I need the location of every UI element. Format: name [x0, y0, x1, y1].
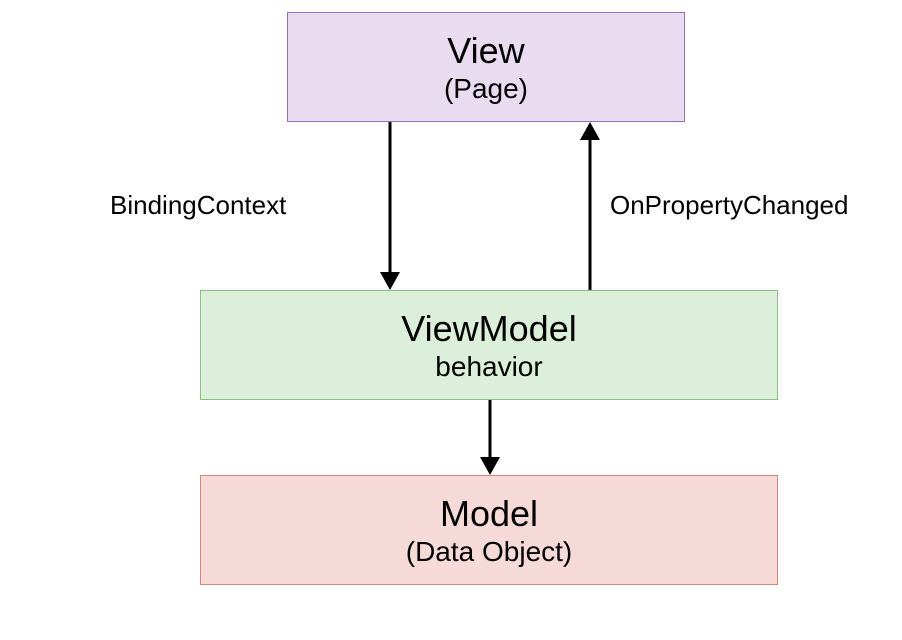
viewmodel-box: ViewModel behavior: [200, 290, 778, 400]
arrow-down-center-icon: [470, 400, 510, 475]
on-property-changed-label: OnPropertyChanged: [610, 190, 848, 221]
viewmodel-title: ViewModel: [401, 307, 576, 350]
arrow-down-icon: [370, 122, 410, 290]
view-title: View: [447, 29, 524, 72]
view-subtitle: (Page): [444, 72, 528, 106]
view-box: View (Page): [287, 12, 685, 122]
model-subtitle: (Data Object): [406, 535, 573, 569]
arrow-up-icon: [570, 122, 610, 290]
binding-context-label: BindingContext: [110, 190, 286, 221]
model-box: Model (Data Object): [200, 475, 778, 585]
viewmodel-subtitle: behavior: [435, 350, 542, 384]
model-title: Model: [440, 492, 538, 535]
